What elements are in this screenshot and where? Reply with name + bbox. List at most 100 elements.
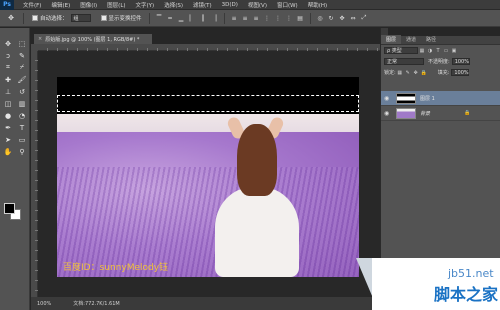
- gradient-icon[interactable]: ▥: [15, 98, 29, 109]
- horizontal-ruler[interactable]: [38, 44, 380, 51]
- show-transform-checkbox[interactable]: [100, 15, 107, 21]
- eye-icon[interactable]: ◉: [384, 110, 392, 117]
- tab-paths[interactable]: 路径: [421, 35, 441, 44]
- girl-dress: [215, 187, 299, 277]
- move-icon[interactable]: ✥: [1, 38, 15, 49]
- layer-row[interactable]: ◉ 图层 1: [381, 91, 500, 106]
- path-select-icon[interactable]: ➤: [1, 134, 15, 145]
- menu-filter[interactable]: 滤镜(T): [188, 1, 217, 9]
- foreground-color-swatch[interactable]: [4, 203, 15, 214]
- distribute-hcenter-icon[interactable]: ⋮: [274, 14, 283, 23]
- lock-position-icon[interactable]: ✥: [412, 69, 419, 76]
- marquee-selection[interactable]: [57, 95, 359, 112]
- menu-select[interactable]: 选择(S): [159, 1, 188, 9]
- shape-icon[interactable]: ▭: [15, 134, 29, 145]
- fill-input[interactable]: 100%: [451, 69, 470, 76]
- quick-select-icon[interactable]: ✎: [15, 50, 29, 61]
- tab-channels[interactable]: 通道: [401, 35, 421, 44]
- pen-icon[interactable]: ✒: [1, 122, 15, 133]
- zoom-level[interactable]: 100%: [37, 301, 51, 307]
- eye-icon[interactable]: ◉: [384, 95, 392, 102]
- auto-align-icon[interactable]: ▤: [296, 14, 305, 23]
- menu-file[interactable]: 文件(F): [18, 1, 46, 9]
- menu-layer[interactable]: 图层(L): [102, 1, 130, 9]
- lock-all-icon[interactable]: 🔒: [420, 69, 427, 76]
- vertical-ruler[interactable]: [31, 51, 38, 297]
- layer-thumbnail: [396, 92, 416, 104]
- eyedropper-icon[interactable]: ⌿: [15, 62, 29, 73]
- blur-icon[interactable]: ●: [1, 110, 15, 121]
- zoom-icon[interactable]: ⚲: [15, 146, 29, 157]
- distribute-right-icon[interactable]: ⋮: [285, 14, 294, 23]
- eraser-icon[interactable]: ◫: [1, 98, 15, 109]
- 3d-scale-icon[interactable]: ⤢: [360, 14, 369, 23]
- menu-window[interactable]: 窗口(W): [272, 1, 303, 9]
- 3d-rotate-icon[interactable]: ↻: [327, 14, 336, 23]
- dodge-icon[interactable]: ◔: [15, 110, 29, 121]
- document-size-info[interactable]: 文档:772.7K/1.61M: [73, 300, 119, 307]
- align-left-icon[interactable]: ▏: [188, 14, 197, 23]
- menu-edit[interactable]: 编辑(E): [46, 1, 75, 9]
- distribute-left-icon[interactable]: ⋮: [263, 14, 272, 23]
- type-icon[interactable]: T: [15, 122, 29, 133]
- align-top-icon[interactable]: ▔: [155, 14, 164, 23]
- menu-bar: Ps 文件(F) 编辑(E) 图像(I) 图层(L) 文字(Y) 选择(S) 滤…: [0, 0, 500, 10]
- menu-type[interactable]: 文字(Y): [131, 1, 160, 9]
- layer-name: 背景: [420, 110, 431, 117]
- lock-transparency-icon[interactable]: ▦: [396, 69, 403, 76]
- filter-type-icon[interactable]: T: [435, 47, 442, 54]
- site-url: jb51.net: [448, 267, 494, 280]
- menu-view[interactable]: 视图(V): [243, 1, 272, 9]
- healing-brush-icon[interactable]: ✚: [1, 74, 15, 85]
- filter-adjust-icon[interactable]: ◑: [427, 47, 434, 54]
- lasso-icon[interactable]: ↄ: [1, 50, 15, 61]
- lock-label: 锁定:: [384, 70, 396, 76]
- tab-layers[interactable]: 图层: [381, 35, 402, 44]
- crop-icon[interactable]: ⌗: [1, 62, 15, 73]
- auto-select-checkbox[interactable]: [32, 15, 38, 21]
- menu-image[interactable]: 图像(I): [75, 1, 102, 9]
- blend-row: 正常 不透明度: 100%: [381, 56, 500, 67]
- distribute-top-icon[interactable]: ≡: [230, 14, 239, 23]
- marquee-icon[interactable]: ⬚: [15, 38, 29, 49]
- filter-pixel-icon[interactable]: ▦: [419, 47, 426, 54]
- blend-mode-dropdown[interactable]: 正常: [384, 58, 424, 65]
- document-tab[interactable]: × 原始版.jpg @ 100% (图层 1, RGB/8#) *: [34, 34, 152, 44]
- close-icon[interactable]: ×: [38, 36, 42, 42]
- distribute-vcenter-icon[interactable]: ≡: [241, 14, 250, 23]
- filter-smart-icon[interactable]: ▣: [451, 47, 458, 54]
- ruler-corner: [31, 44, 38, 51]
- status-bar: 100% 文档:772.7K/1.61M: [31, 297, 380, 310]
- move-tool-icon[interactable]: ✥: [3, 13, 19, 24]
- brush-icon[interactable]: 🖌: [15, 74, 29, 85]
- opacity-input[interactable]: 100%: [451, 58, 470, 65]
- layer-row[interactable]: ◉ 背景 🔒: [381, 106, 500, 121]
- divider: [309, 12, 311, 24]
- fill-label: 填充:: [437, 70, 450, 76]
- panel-tabs: 图层 通道 路径: [381, 35, 500, 45]
- menu-help[interactable]: 帮助(H): [303, 1, 332, 9]
- align-vcenter-icon[interactable]: ═: [166, 14, 175, 23]
- 3d-pan-icon[interactable]: ✥: [338, 14, 347, 23]
- clone-stamp-icon[interactable]: ⊥: [1, 86, 15, 97]
- divider: [23, 12, 24, 24]
- image-sky: [57, 114, 359, 134]
- lock-pixels-icon[interactable]: ✎: [404, 69, 411, 76]
- distribute-bottom-icon[interactable]: ≡: [252, 14, 261, 23]
- align-right-icon[interactable]: ▕: [210, 14, 219, 23]
- layer-thumbnail: [396, 107, 416, 119]
- hand-icon[interactable]: ✋: [1, 146, 15, 157]
- 3d-slide-icon[interactable]: ⇔: [349, 14, 358, 23]
- image-watermark-text: 百度ID：sunnyMelody钰: [63, 263, 169, 273]
- menu-3d[interactable]: 3D(D): [217, 2, 243, 8]
- layer-kind-dropdown[interactable]: ρ 类型: [384, 47, 418, 54]
- auto-select-dropdown[interactable]: 组: [70, 14, 91, 22]
- filter-shape-icon[interactable]: ▭: [443, 47, 450, 54]
- align-bottom-icon[interactable]: ▁: [177, 14, 186, 23]
- align-hcenter-icon[interactable]: ║: [199, 14, 208, 23]
- tools-panel: ✥ ⬚ ↄ ✎ ⌗ ⌿ ✚ 🖌 ⊥ ↺ ◫ ▥ ● ◔ ✒ T ➤ ▭ ✋ ⚲: [0, 28, 30, 310]
- girl-hair: [237, 124, 277, 196]
- 3d-mode-icon[interactable]: ◎: [316, 14, 325, 23]
- show-transform-label: 显示变换控件: [108, 16, 142, 22]
- history-brush-icon[interactable]: ↺: [15, 86, 29, 97]
